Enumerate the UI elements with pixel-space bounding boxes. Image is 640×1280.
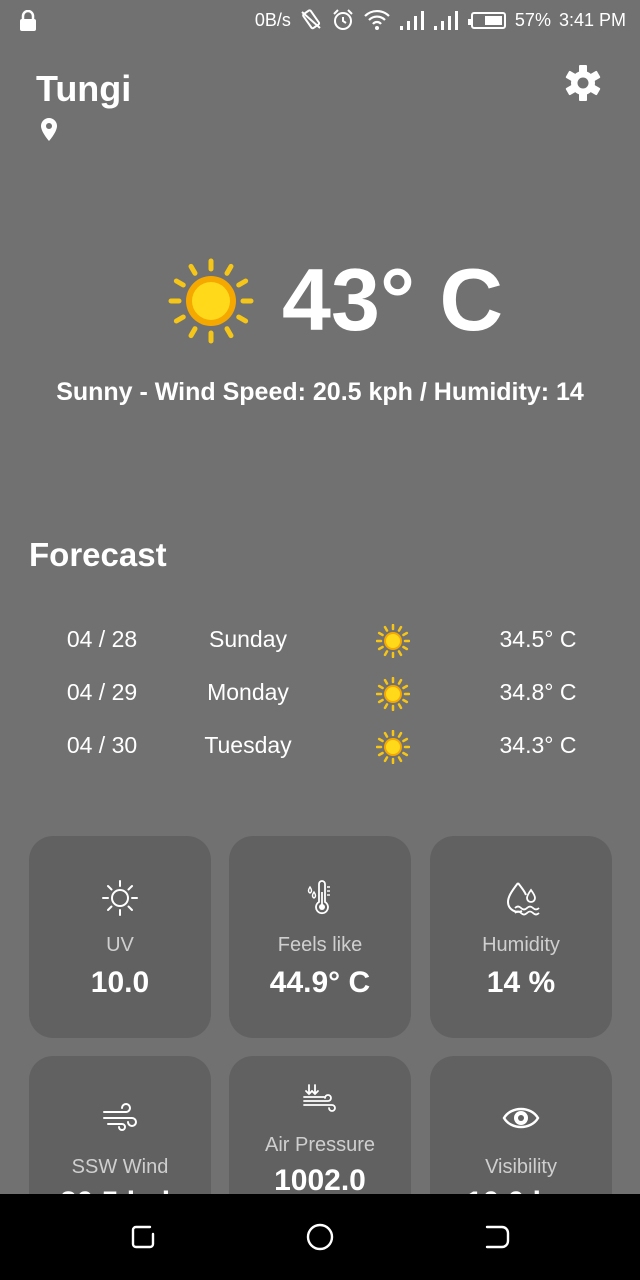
- humidity-icon: [430, 878, 612, 918]
- thermometer-icon: [229, 878, 411, 918]
- sun-icon: [375, 729, 411, 770]
- card-label: Air Pressure: [264, 1134, 376, 1156]
- forecast-day: Sunday: [208, 626, 287, 652]
- signal-icon-2: [433, 10, 459, 30]
- network-speed: 0B/s: [254, 9, 291, 30]
- forecast-temp: 34.3° C: [499, 732, 577, 758]
- pressure-icon: [229, 1082, 411, 1112]
- sun-icon: [168, 258, 254, 349]
- forecast-temp: 34.8° C: [499, 679, 577, 705]
- card-value: 10.0: [90, 966, 150, 999]
- location-pin-icon[interactable]: [40, 118, 58, 147]
- home-button-icon[interactable]: [305, 1222, 335, 1257]
- card-feels-like: Feels like 44.9° C: [229, 836, 411, 1038]
- wifi-icon: [363, 9, 391, 31]
- card-label: SSW Wind: [71, 1156, 169, 1178]
- battery-percent: 57%: [514, 9, 551, 30]
- forecast-date: 04 / 29: [66, 679, 138, 705]
- lock-icon: [18, 9, 38, 37]
- current-temperature: 43° C: [282, 250, 504, 349]
- sun-icon: [375, 676, 411, 717]
- card-label: UV: [106, 934, 134, 956]
- card-value: 1002.0: [274, 1164, 366, 1197]
- forecast-temp: 34.5° C: [499, 626, 577, 652]
- card-label: Humidity: [482, 934, 560, 956]
- forecast-row: 04 / 28 Sunday 34.5° C: [0, 616, 640, 666]
- forecast-day: Monday: [207, 679, 289, 705]
- uv-icon: [29, 878, 211, 918]
- signal-icon-1: [399, 10, 425, 30]
- vibrate-icon: [299, 8, 323, 32]
- back-icon[interactable]: [482, 1222, 512, 1257]
- forecast-day: Tuesday: [204, 732, 292, 758]
- navigation-bar: [0, 1194, 640, 1280]
- status-bar: 0B/s 57% 3:41 PM: [0, 0, 640, 44]
- wind-icon: [29, 1100, 211, 1136]
- forecast-date: 04 / 30: [66, 732, 138, 758]
- card-uv: UV 10.0: [29, 836, 211, 1038]
- card-value: 44.9° C: [269, 966, 371, 999]
- card-humidity: Humidity 14 %: [430, 836, 612, 1038]
- forecast-date: 04 / 28: [66, 626, 138, 652]
- city-name: Tungi: [36, 68, 132, 109]
- clock: 3:41 PM: [558, 9, 626, 30]
- eye-icon: [430, 1100, 612, 1136]
- forecast-title: Forecast: [29, 536, 167, 573]
- card-value: 14 %: [486, 966, 556, 999]
- settings-gear-icon[interactable]: [564, 64, 602, 107]
- weather-summary: Sunny - Wind Speed: 20.5 kph / Humidity:…: [56, 378, 584, 406]
- card-label: Feels like: [277, 934, 363, 956]
- alarm-icon: [331, 8, 355, 32]
- battery-icon: [467, 10, 507, 30]
- sun-icon: [375, 623, 411, 664]
- forecast-row: 04 / 30 Tuesday 34.3° C: [0, 722, 640, 772]
- forecast-row: 04 / 29 Monday 34.8° C: [0, 669, 640, 719]
- recent-apps-icon[interactable]: [128, 1222, 158, 1257]
- card-label: Visibility: [485, 1156, 557, 1178]
